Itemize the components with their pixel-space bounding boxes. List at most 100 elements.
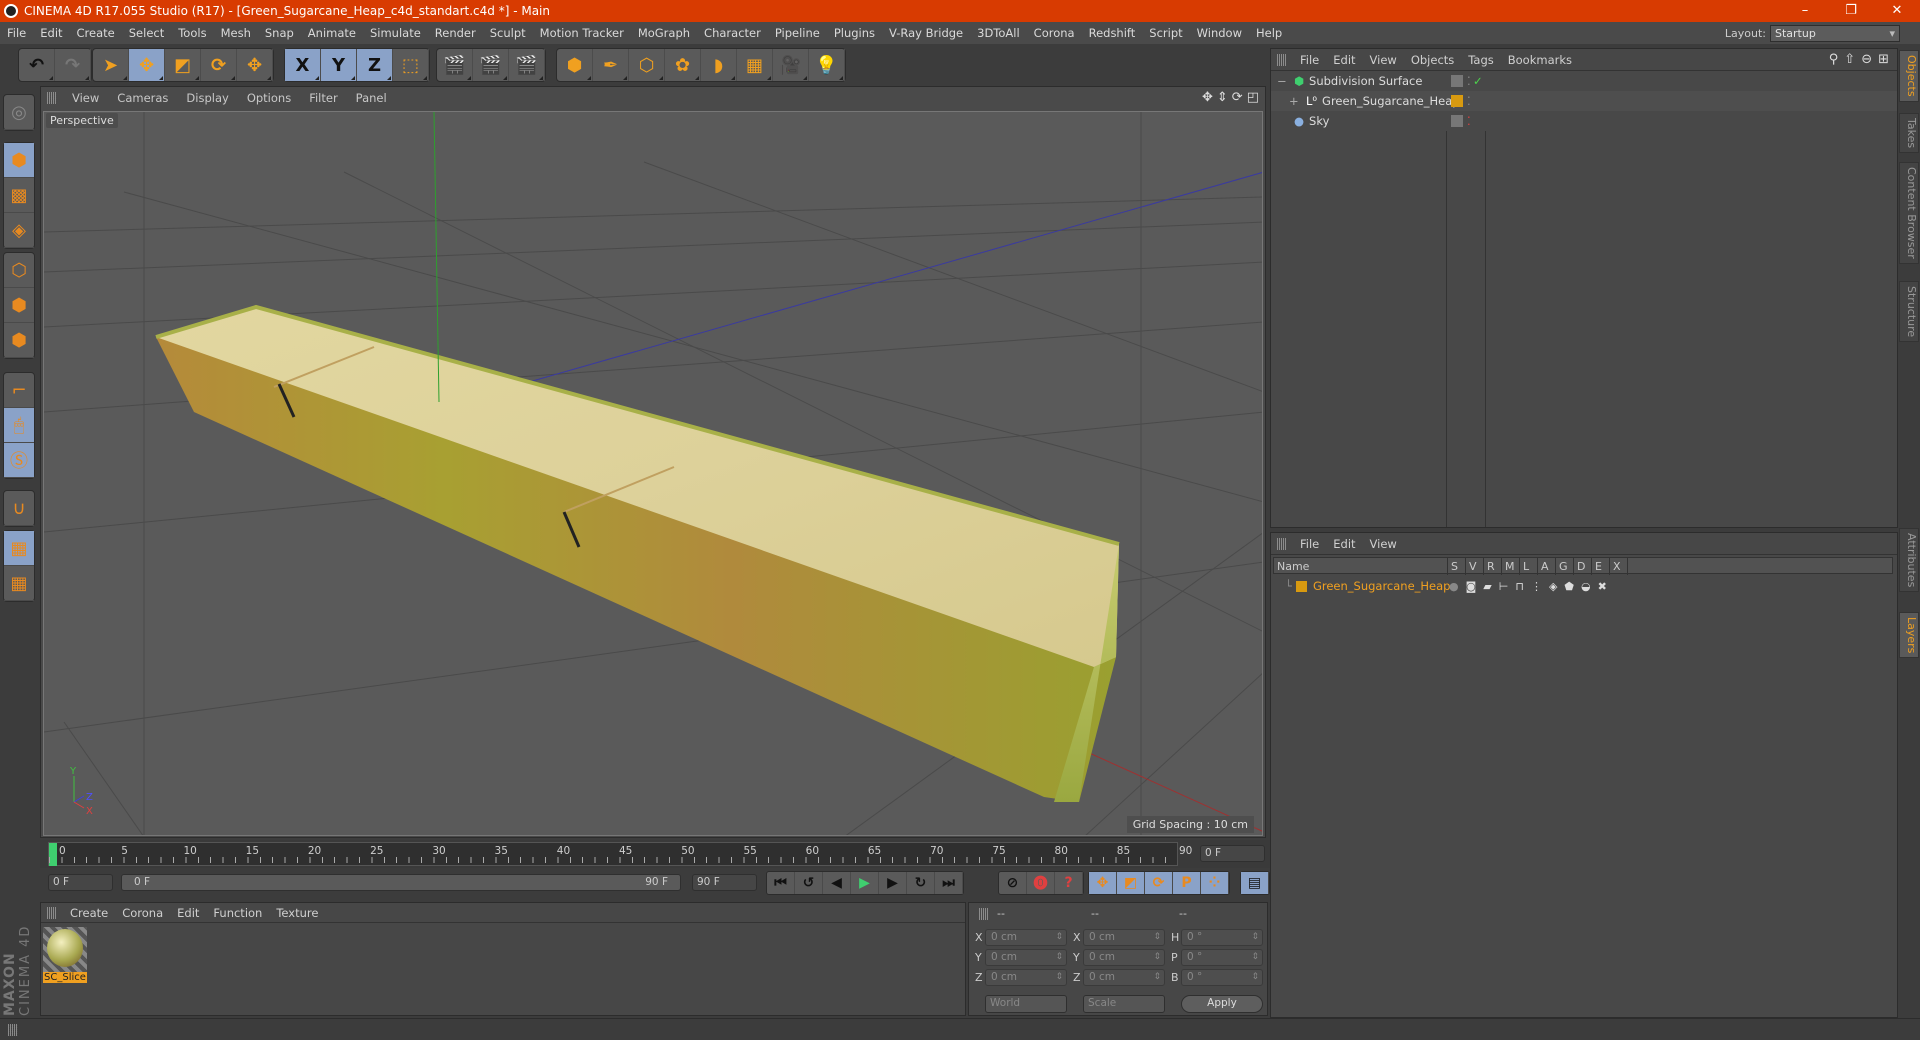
material-menu-edit[interactable]: Edit [170,906,206,920]
new-window-icon[interactable]: ⊞ [1878,52,1889,67]
play-icon[interactable]: ▶ [851,872,879,894]
panel-grip-icon[interactable] [47,92,57,104]
side-tab-takes[interactable]: Takes [1899,113,1919,154]
menu-v-ray-bridge[interactable]: V-Ray Bridge [882,26,970,40]
object-row[interactable]: − ⬢ Subdivision Surface ⁚ ✓ [1271,71,1897,91]
column-header-x[interactable]: X [1610,558,1628,575]
object-menu-bookmarks[interactable]: Bookmarks [1501,53,1579,67]
layer-menu-file[interactable]: File [1293,537,1326,551]
viewport-menu-options[interactable]: Options [238,91,300,105]
menu-mograph[interactable]: MoGraph [631,26,697,40]
menu-select[interactable]: Select [122,26,171,40]
model-mode-icon[interactable]: ⬢ [4,143,34,178]
end-frame-field[interactable]: 90 F [692,874,757,891]
menu-sculpt[interactable]: Sculpt [483,26,533,40]
recent-tool-icon[interactable]: ✥ [237,49,273,81]
texture-mode-icon[interactable]: ▩ [4,178,34,213]
maximize-view-icon[interactable]: ◰ [1247,90,1259,105]
side-tab-attributes[interactable]: Attributes [1899,528,1919,593]
layer-menu-view[interactable]: View [1363,537,1404,551]
sugarcane-model[interactable] [155,304,1120,802]
layer-none-icon[interactable] [1451,115,1463,127]
start-frame-field[interactable]: 0 F [48,874,113,891]
deformers-toggle-icon[interactable]: ⬟ [1564,580,1574,593]
visibility-dots[interactable]: ⁚ [1467,74,1471,88]
material-menu-corona[interactable]: Corona [115,906,170,920]
tweak-mode-icon[interactable]: 🖱 [4,408,34,443]
scale-track-icon[interactable]: ◩ [1117,872,1145,894]
viewport-menu-display[interactable]: Display [177,91,237,105]
view-toggle-icon[interactable]: ◙ [1466,580,1477,593]
previous-key-icon[interactable]: ↺ [795,872,823,894]
position-track-icon[interactable]: ✥ [1089,872,1117,894]
column-header-r[interactable]: R [1484,558,1502,575]
coord-field-size[interactable]: 0 cm [1083,949,1165,966]
next-frame-icon[interactable]: ▶ [879,872,907,894]
layout-dropdown[interactable]: Startup [1770,24,1900,42]
menu-plugins[interactable]: Plugins [827,26,882,40]
viewport-menu-view[interactable]: View [63,91,108,105]
next-key-icon[interactable]: ↻ [907,872,935,894]
menu-tools[interactable]: Tools [171,26,213,40]
menu-help[interactable]: Help [1249,26,1289,40]
generators-toggle-icon[interactable]: ◈ [1549,580,1557,593]
visibility-dots[interactable]: ⁚ [1467,114,1471,128]
column-header-e[interactable]: E [1592,558,1610,575]
object-name[interactable]: Sky [1309,114,1329,128]
y-axis-lock-icon[interactable]: Y [321,49,357,81]
object-name[interactable]: Green_Sugarcane_Heap [1322,94,1460,108]
camera-icon[interactable]: 🎥 [773,49,809,81]
size-mode-select[interactable]: Scale [1083,995,1165,1013]
layer-name[interactable]: Green_Sugarcane_Heap [1313,579,1451,593]
expressions-toggle-icon[interactable]: ◒ [1581,580,1591,593]
auto-keying-icon[interactable]: ? [1055,872,1083,894]
side-tab-objects[interactable]: Objects [1899,50,1919,102]
layer-none-icon[interactable] [1451,75,1463,87]
animation-toggle-icon[interactable]: ⋮ [1531,580,1542,593]
render-view-icon[interactable]: 🎬 [437,49,473,81]
make-editable-icon[interactable]: ◎ [4,95,34,130]
menu-3dtoall[interactable]: 3DToAll [970,26,1027,40]
panel-grip-icon[interactable] [979,908,989,920]
scale-icon[interactable]: ◩ [165,49,201,81]
menu-animate[interactable]: Animate [301,26,363,40]
current-frame-field[interactable]: 0 F [1200,845,1265,862]
layer-row[interactable]: └ Green_Sugarcane_Heap ● ◙ ▰ ⊢ ⊓ ⋮ ◈ ⬟ ◒… [1271,576,1897,596]
coord-field-rot[interactable]: 0 ° [1181,929,1263,946]
viewport-menu-filter[interactable]: Filter [300,91,346,105]
planar-workplane-icon[interactable]: ▦ [4,566,34,601]
menu-corona[interactable]: Corona [1027,26,1082,40]
timeline-ruler[interactable]: 0 5 10 15 20 25 30 35 40 45 50 55 60 65 70 75 80 85 90 [48,842,1192,866]
minimize-button[interactable]: – [1782,0,1828,22]
object-row[interactable]: + L⁰ Green_Sugarcane_Heap ⁚ [1271,91,1897,111]
column-header-v[interactable]: V [1466,558,1484,575]
perspective-viewport[interactable]: Y Z X Perspective Grid Spacing : 10 cm [43,111,1263,836]
menu-redshift[interactable]: Redshift [1082,26,1143,40]
column-header-g[interactable]: G [1556,558,1574,575]
solo-mode-icon[interactable]: Ⓢ [4,443,34,478]
floor-icon[interactable]: ▦ [737,49,773,81]
xref-toggle-icon[interactable]: ✖ [1598,580,1607,593]
panel-grip-icon[interactable] [8,1024,18,1036]
menu-character[interactable]: Character [697,26,768,40]
preview-range-slider[interactable]: 0 F 90 F [121,874,681,891]
restore-button[interactable]: ❐ [1828,0,1874,22]
material-menu-create[interactable]: Create [63,906,115,920]
render-picture-viewer-icon[interactable]: 🎬 [473,49,509,81]
lock-toggle-icon[interactable]: ⊓ [1515,580,1524,593]
point-level-animation-icon[interactable]: ⁘ [1201,872,1229,894]
go-to-start-icon[interactable]: ⏮ [767,872,795,894]
coord-field-pos[interactable]: 0 cm [985,969,1067,986]
menu-snap[interactable]: Snap [258,26,301,40]
layer-color-swatch[interactable] [1295,580,1307,592]
layer-menu-edit[interactable]: Edit [1326,537,1362,551]
material-menu-function[interactable]: Function [206,906,269,920]
go-to-end-icon[interactable]: ⏭ [935,872,963,894]
side-tab-layers[interactable]: Layers [1899,612,1919,659]
menu-simulate[interactable]: Simulate [363,26,428,40]
subdivision-surface-icon[interactable]: ⬡ [629,49,665,81]
cloner-icon[interactable]: ✿ [665,49,701,81]
material-menu-texture[interactable]: Texture [269,906,325,920]
home-icon[interactable]: ⇧ [1844,52,1855,67]
coord-field-rot[interactable]: 0 ° [1181,949,1263,966]
